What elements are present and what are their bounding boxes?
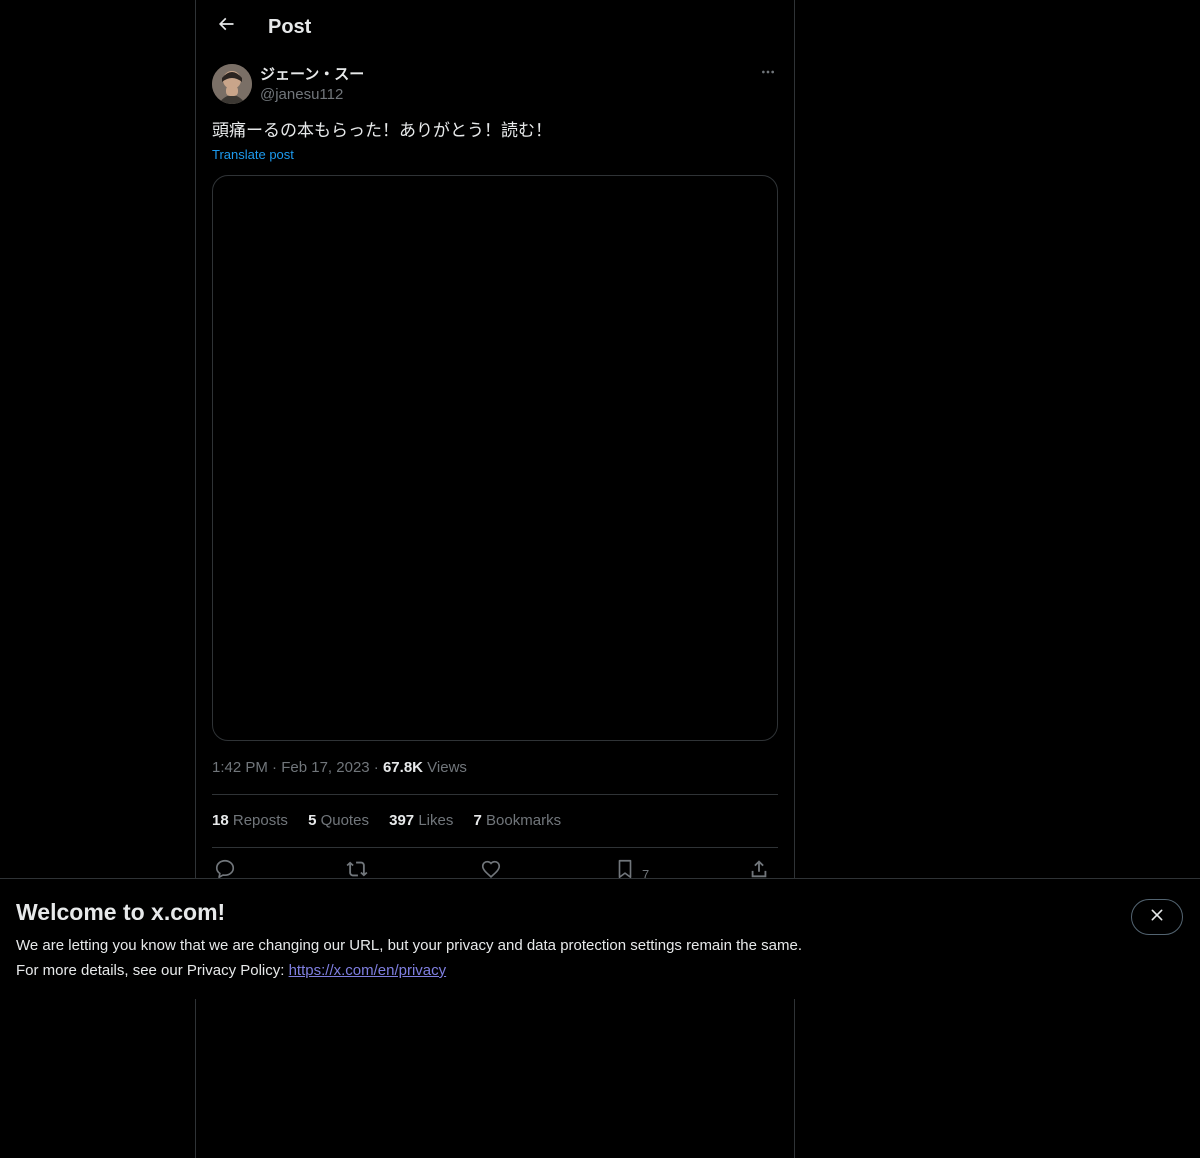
bookmarks-count: 7: [473, 812, 482, 829]
quotes-stat[interactable]: 5 Quotes: [308, 811, 369, 831]
back-button[interactable]: [208, 8, 244, 44]
meta-separator: ·: [272, 759, 282, 776]
translate-post-link[interactable]: Translate post: [212, 146, 294, 164]
author-handle[interactable]: @janesu112: [260, 85, 343, 105]
quotes-label: Quotes: [320, 812, 369, 829]
banner-title: Welcome to x.com!: [16, 899, 226, 925]
close-banner-button[interactable]: [1131, 899, 1183, 935]
url-change-banner: Welcome to x.com! We are letting you kno…: [0, 878, 1200, 999]
reposts-count: 18: [212, 812, 229, 829]
author-display-name[interactable]: ジェーン・スー: [260, 65, 364, 85]
more-options-button[interactable]: [758, 64, 778, 84]
divider: [212, 847, 778, 848]
reposts-label: Reposts: [232, 812, 288, 829]
reposts-stat[interactable]: 18 Reposts: [212, 811, 288, 831]
likes-count: 397: [389, 812, 415, 829]
privacy-policy-link[interactable]: https://x.com/en/privacy: [289, 962, 447, 979]
likes-stat[interactable]: 397 Likes: [389, 811, 453, 831]
close-icon: [1149, 907, 1165, 928]
views-count: 67.8K: [382, 759, 423, 776]
post-media[interactable]: [212, 175, 778, 741]
divider: [212, 794, 778, 795]
more-horizontal-icon: [760, 64, 776, 85]
post-stats: 18 Reposts 5 Quotes 397 Likes 7 Bookmark…: [212, 811, 577, 831]
post-date[interactable]: Feb 17, 2023: [281, 759, 369, 776]
views-label: Views: [427, 759, 467, 776]
likes-label: Likes: [418, 812, 454, 829]
post-meta: 1:42 PM · Feb 17, 2023 · 67.8K Views: [212, 758, 467, 778]
post-author: ジェーン・スー @janesu112: [212, 64, 778, 106]
bookmarks-label: Bookmarks: [486, 812, 562, 829]
banner-privacy-text: For more details, see our Privacy Policy…: [16, 962, 289, 979]
meta-separator: ·: [373, 759, 383, 776]
arrow-left-icon: [216, 14, 236, 39]
avatar[interactable]: [212, 64, 252, 104]
bookmarks-stat[interactable]: 7 Bookmarks: [474, 811, 562, 831]
post-header: Post: [196, 0, 794, 53]
banner-privacy-line: For more details, see our Privacy Policy…: [16, 961, 446, 981]
post-time[interactable]: 1:42 PM: [212, 759, 268, 776]
quotes-count: 5: [308, 812, 317, 829]
page-title: Post: [268, 16, 312, 38]
post-text: 頭痛ーるの本もらった！ありがとう！読む！: [212, 121, 552, 141]
banner-message: We are letting you know that we are chan…: [16, 937, 802, 954]
